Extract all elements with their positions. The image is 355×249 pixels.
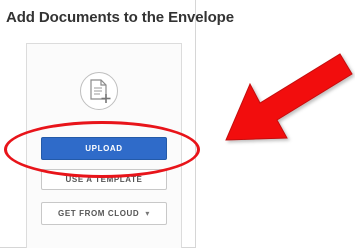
red-arrow-icon xyxy=(225,53,353,141)
panel-title: Add Documents to the Envelope xyxy=(6,9,234,26)
chevron-down-icon: ▾ xyxy=(145,209,150,218)
document-add-icon xyxy=(80,72,118,110)
screenshot-stage: Add Documents to the Envelope UPLOAD USE… xyxy=(0,0,355,249)
upload-button[interactable]: UPLOAD xyxy=(41,137,167,160)
document-plus-icon xyxy=(90,79,111,103)
use-template-button-label: USE A TEMPLATE xyxy=(65,175,143,184)
use-template-button[interactable]: USE A TEMPLATE xyxy=(41,169,167,190)
get-from-cloud-button[interactable]: GET FROM CLOUD ▾ xyxy=(41,202,167,225)
get-from-cloud-button-label: GET FROM CLOUD xyxy=(58,209,140,218)
upload-button-label: UPLOAD xyxy=(85,144,123,153)
